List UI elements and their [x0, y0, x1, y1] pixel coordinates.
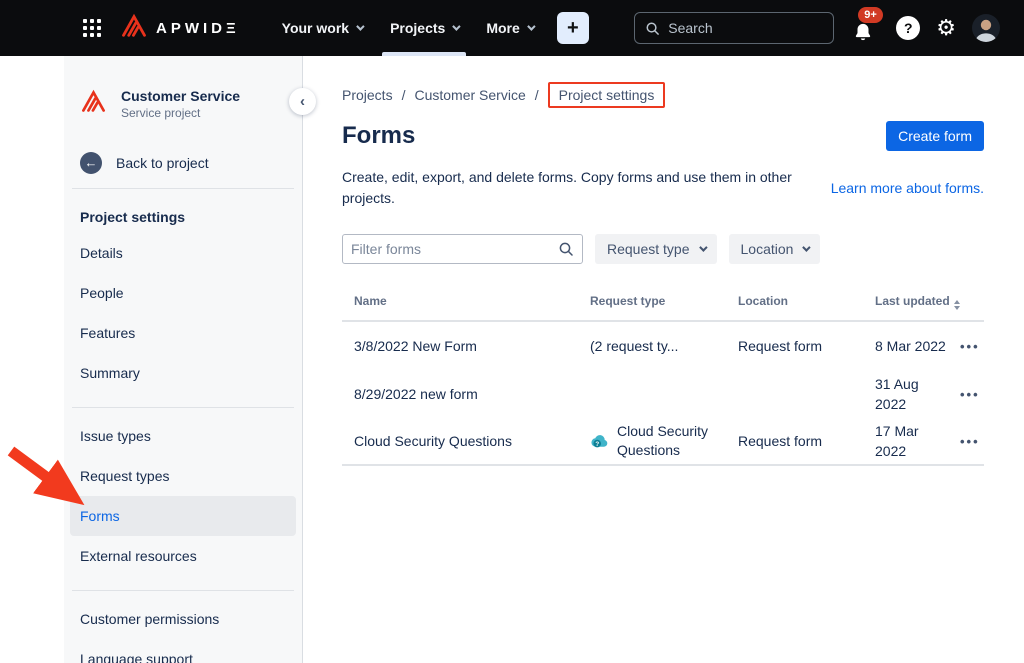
sidebar-section-title: Project settings — [80, 209, 286, 225]
breadcrumb-project-settings-annotated[interactable]: Project settings — [548, 82, 666, 108]
user-avatar[interactable] — [972, 14, 1000, 42]
settings-gear-icon[interactable]: ⚙ — [936, 17, 956, 39]
sidebar-item-issue-types[interactable]: Issue types — [70, 416, 296, 456]
form-last-updated: 8 Mar 2022 — [875, 336, 960, 356]
row-actions-menu[interactable]: ••• — [960, 387, 980, 402]
page-title: Forms — [342, 122, 415, 150]
request-type-filter-dropdown[interactable]: Request type — [595, 234, 717, 264]
nav-more[interactable]: More — [476, 0, 542, 56]
column-header-name: Name — [354, 293, 590, 309]
page-description: Create, edit, export, and delete forms. … — [342, 167, 820, 209]
row-actions-menu[interactable]: ••• — [960, 434, 980, 449]
form-name[interactable]: 8/29/2022 new form — [354, 386, 590, 402]
chevron-down-icon — [356, 22, 364, 30]
location-filter-dropdown[interactable]: Location — [729, 234, 821, 264]
form-location: Request form — [738, 338, 875, 354]
row-actions-menu[interactable]: ••• — [960, 339, 980, 354]
breadcrumb: Projects / Customer Service / Project se… — [342, 82, 984, 108]
column-header-location: Location — [738, 293, 875, 309]
form-last-updated: 31 Aug 2022 — [875, 374, 960, 414]
help-icon[interactable]: ? — [896, 16, 920, 40]
create-button[interactable]: + — [557, 12, 589, 44]
project-name: Customer Service — [121, 88, 240, 104]
back-to-project[interactable]: ← Back to project — [80, 152, 286, 174]
apwide-logo-text: APWIDΞ — [156, 20, 240, 37]
app-switcher-icon[interactable] — [80, 16, 104, 40]
sidebar-collapse-button[interactable]: ‹ — [289, 88, 316, 115]
search-icon — [645, 21, 660, 36]
filter-forms-field[interactable] — [342, 234, 583, 264]
apwide-logo-icon — [120, 13, 148, 44]
active-tab-indicator — [382, 52, 466, 56]
nav-projects[interactable]: Projects — [380, 0, 468, 56]
sidebar-item-external-resources[interactable]: External resources — [70, 536, 296, 576]
sidebar-divider — [72, 188, 294, 189]
form-name[interactable]: 3/8/2022 New Form — [354, 338, 590, 354]
svg-text:?: ? — [595, 440, 599, 447]
sidebar-item-language-support[interactable]: Language support — [70, 639, 296, 663]
sidebar: ‹ Customer Service Service project ← Bac… — [64, 56, 303, 663]
chevron-down-icon — [452, 22, 460, 30]
form-name[interactable]: Cloud Security Questions — [354, 433, 590, 449]
search-input[interactable] — [668, 20, 808, 36]
top-navigation: APWIDΞ Your work Projects More + — [0, 0, 1024, 56]
column-header-request-type: Request type — [590, 293, 738, 309]
breadcrumb-customer-service[interactable]: Customer Service — [414, 87, 525, 103]
back-arrow-icon: ← — [80, 152, 102, 174]
create-form-button[interactable]: Create form — [886, 121, 984, 151]
breadcrumb-separator: / — [535, 87, 539, 103]
chevron-down-icon — [699, 243, 707, 251]
filter-forms-input[interactable] — [351, 241, 558, 257]
sort-icon — [954, 300, 960, 310]
chevron-down-icon — [803, 243, 811, 251]
form-request-type: (2 request ty... — [590, 337, 738, 356]
breadcrumb-projects[interactable]: Projects — [342, 87, 393, 103]
learn-more-link[interactable]: Learn more about forms. — [831, 180, 984, 196]
sidebar-divider — [72, 407, 294, 408]
table-row[interactable]: 8/29/2022 new form 31 Aug 2022 ••• — [342, 370, 984, 418]
apwide-logo[interactable]: APWIDΞ — [120, 13, 240, 44]
sidebar-divider — [72, 590, 294, 591]
column-header-last-updated[interactable]: Last updated — [875, 293, 960, 310]
table-row[interactable]: 3/8/2022 New Form (2 request ty... Reque… — [342, 322, 984, 370]
nav-right-cluster: 9+ ? ⚙ — [634, 11, 1000, 45]
nav-your-work[interactable]: Your work — [272, 0, 372, 56]
forms-table: Name Request type Location Last updated … — [342, 287, 984, 466]
sidebar-group-general: Details People Features Summary — [70, 233, 296, 393]
global-search[interactable] — [634, 12, 834, 44]
sidebar-group-customer: Customer permissions Language support — [70, 599, 296, 663]
project-logo-icon — [80, 89, 107, 119]
cloud-question-icon: ? — [590, 433, 609, 450]
form-last-updated: 17 Mar 2022 — [875, 421, 960, 461]
sidebar-item-features[interactable]: Features — [70, 313, 296, 353]
sidebar-item-customer-permissions[interactable]: Customer permissions — [70, 599, 296, 639]
project-header: Customer Service Service project — [80, 88, 286, 120]
form-location: Request form — [738, 433, 875, 449]
sidebar-item-forms[interactable]: Forms — [70, 496, 296, 536]
breadcrumb-separator: / — [402, 87, 406, 103]
sidebar-group-types: Issue types Request types Forms External… — [70, 416, 296, 576]
notification-badge: 9+ — [858, 7, 883, 23]
notifications-button[interactable]: 9+ — [850, 11, 880, 45]
table-header: Name Request type Location Last updated — [342, 287, 984, 322]
sidebar-item-details[interactable]: Details — [70, 233, 296, 273]
form-request-type-with-icon: ? Cloud Security Questions — [590, 422, 738, 460]
search-icon — [558, 241, 574, 257]
chevron-down-icon — [527, 22, 535, 30]
sidebar-item-request-types[interactable]: Request types — [70, 456, 296, 496]
main-content: Projects / Customer Service / Project se… — [304, 56, 1024, 663]
avatar-photo — [972, 14, 1000, 42]
project-type: Service project — [121, 106, 240, 120]
sidebar-item-summary[interactable]: Summary — [70, 353, 296, 393]
primary-nav: Your work Projects More — [272, 0, 543, 56]
sidebar-item-people[interactable]: People — [70, 273, 296, 313]
bell-icon — [852, 21, 874, 45]
table-row[interactable]: Cloud Security Questions ? Cloud Securit… — [342, 418, 984, 466]
